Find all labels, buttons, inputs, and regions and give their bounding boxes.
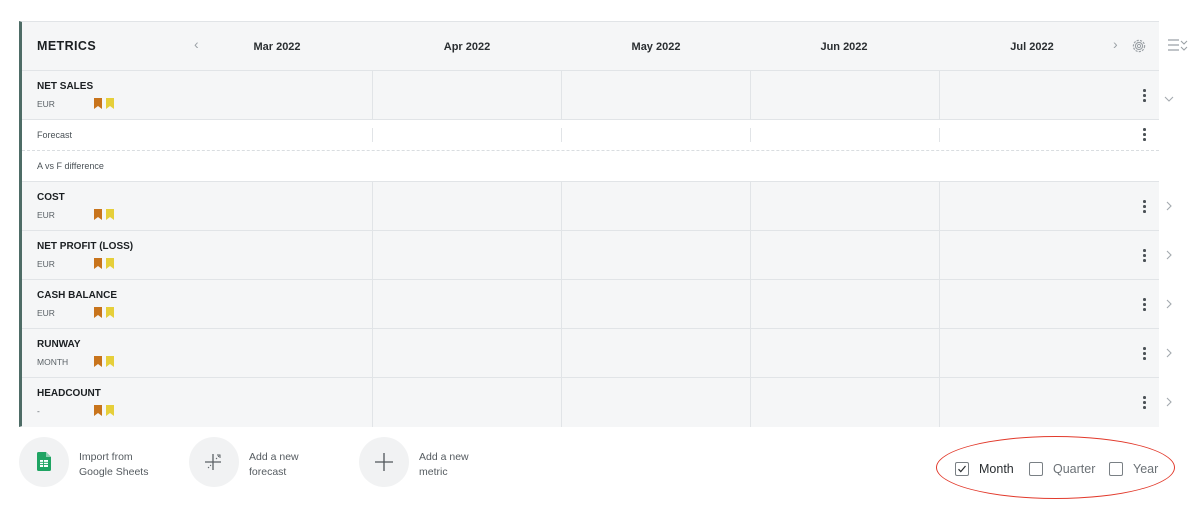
- chevron-down-icon[interactable]: [1163, 93, 1175, 105]
- month-header: Apr 2022: [443, 41, 491, 53]
- quarter-label[interactable]: Quarter: [1053, 462, 1095, 476]
- action-label: Import from: [79, 451, 133, 463]
- metric-unit: EUR: [37, 308, 55, 318]
- import-google-sheets-button[interactable]: Import from Google Sheets: [19, 437, 169, 487]
- metric-row[interactable]: NET PROFIT (LOSS) EUR: [22, 231, 1159, 280]
- difference-row: A vs F difference: [22, 151, 1159, 182]
- chevron-right-icon[interactable]: [1163, 249, 1175, 261]
- quarter-checkbox[interactable]: [1029, 462, 1043, 476]
- more-options-icon[interactable]: [1139, 89, 1149, 103]
- more-options-icon[interactable]: [1139, 298, 1149, 312]
- chevron-right-icon[interactable]: [1163, 347, 1175, 359]
- forecast-plus-icon: [205, 454, 221, 470]
- prev-period-icon[interactable]: ‹: [194, 36, 199, 52]
- plus-icon: [375, 453, 393, 471]
- google-sheets-icon: [37, 452, 51, 471]
- metric-name: NET PROFIT (LOSS): [37, 241, 134, 252]
- action-label: Google Sheets: [79, 466, 149, 478]
- bookmark-flags-icon: [94, 98, 114, 109]
- month-header: May 2022: [631, 41, 681, 53]
- metric-unit: EUR: [37, 99, 55, 109]
- bookmark-flags-icon: [94, 405, 114, 416]
- metric-name: COST: [37, 192, 65, 203]
- metric-row[interactable]: COST EUR: [22, 182, 1159, 231]
- add-metric-button[interactable]: Add a new metric: [359, 437, 509, 487]
- year-label[interactable]: Year: [1133, 462, 1158, 476]
- chevron-right-icon[interactable]: [1163, 298, 1175, 310]
- metric-name: HEADCOUNT: [37, 388, 101, 399]
- month-header: Mar 2022: [253, 41, 301, 53]
- checkmark-icon: [958, 465, 966, 473]
- add-forecast-button[interactable]: Add a new forecast: [189, 437, 339, 487]
- month-label[interactable]: Month: [979, 462, 1014, 476]
- action-label: metric: [419, 466, 448, 478]
- month-header: Jul 2022: [1010, 41, 1054, 53]
- chevron-right-icon[interactable]: [1163, 200, 1175, 212]
- metric-row[interactable]: HEADCOUNT -: [22, 378, 1159, 427]
- month-checkbox[interactable]: [955, 462, 969, 476]
- bookmark-flags-icon: [94, 209, 114, 220]
- metric-name: CASH BALANCE: [37, 290, 117, 301]
- list-collapse-icon[interactable]: [1167, 37, 1189, 53]
- metrics-table: METRICS ‹ Mar 2022 Apr 2022 May 2022 Jun…: [19, 21, 1159, 427]
- more-options-icon[interactable]: [1139, 200, 1149, 214]
- month-header: Jun 2022: [820, 41, 868, 53]
- bookmark-flags-icon: [94, 307, 114, 318]
- metric-row[interactable]: RUNWAY MONTH: [22, 329, 1159, 378]
- more-options-icon[interactable]: [1139, 128, 1149, 142]
- metric-unit: MONTH: [37, 357, 69, 367]
- metric-unit: EUR: [37, 259, 55, 269]
- year-checkbox[interactable]: [1109, 462, 1123, 476]
- metric-unit: EUR: [37, 210, 55, 220]
- metric-name: NET SALES: [37, 81, 94, 92]
- action-label: forecast: [249, 466, 287, 478]
- forecast-label: Forecast: [37, 130, 73, 140]
- table-title: METRICS: [37, 39, 97, 53]
- metric-row[interactable]: CASH BALANCE EUR: [22, 280, 1159, 329]
- action-label: Add a new: [419, 451, 469, 463]
- chevron-right-icon[interactable]: [1163, 396, 1175, 408]
- more-options-icon[interactable]: [1139, 347, 1149, 361]
- action-label: Add a new: [249, 451, 299, 463]
- next-period-icon[interactable]: ›: [1113, 36, 1118, 52]
- period-selector: Month Quarter Year: [955, 461, 1170, 479]
- metric-row[interactable]: NET SALES EUR: [22, 71, 1159, 120]
- bookmark-flags-icon: [94, 356, 114, 367]
- difference-label: A vs F difference: [37, 161, 104, 171]
- metric-name: RUNWAY: [37, 339, 81, 350]
- table-header: METRICS ‹ Mar 2022 Apr 2022 May 2022 Jun…: [22, 22, 1159, 71]
- more-options-icon[interactable]: [1139, 396, 1149, 410]
- bookmark-flags-icon: [94, 258, 114, 269]
- gear-icon[interactable]: [1131, 38, 1147, 54]
- metric-unit: -: [37, 406, 40, 416]
- forecast-row: Forecast: [22, 120, 1159, 151]
- more-options-icon[interactable]: [1139, 249, 1149, 263]
